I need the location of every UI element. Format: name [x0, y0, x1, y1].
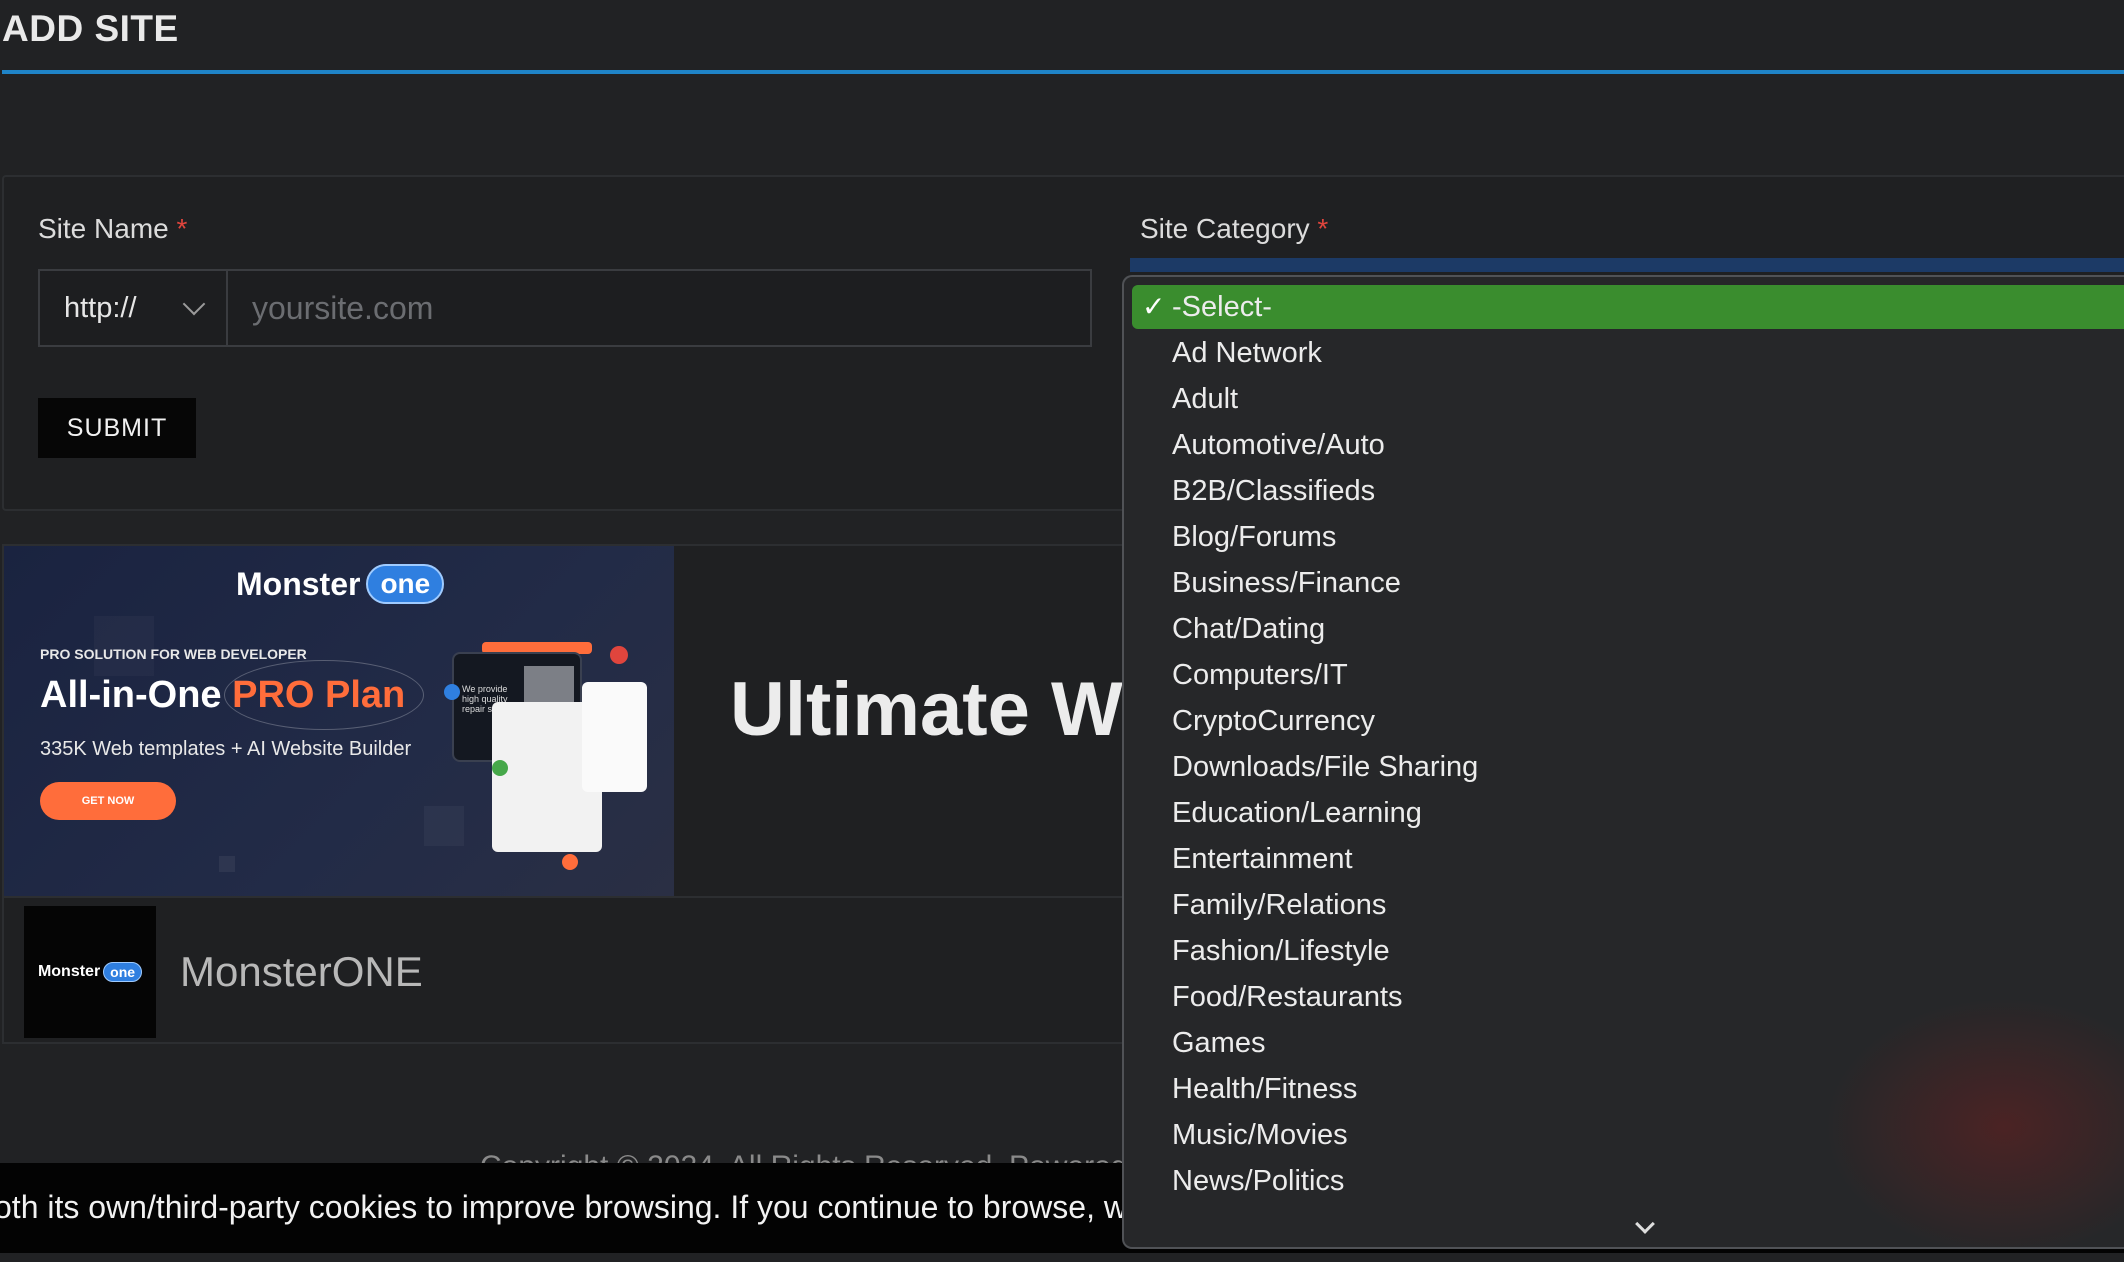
banner-subline: 335K Web templates + AI Website Builder — [40, 738, 412, 760]
protocol-select[interactable]: http:// — [40, 271, 228, 345]
dropdown-option[interactable]: Health/Fitness — [1132, 1067, 2124, 1111]
dropdown-option[interactable]: Food/Restaurants — [1132, 975, 2124, 1019]
dropdown-option-label: Games — [1172, 1027, 1266, 1059]
site-category-label-text: Site Category — [1140, 213, 1310, 244]
dropdown-option[interactable]: News/Politics — [1132, 1159, 2124, 1203]
dropdown-option-label: Automotive/Auto — [1172, 429, 1385, 461]
dropdown-option[interactable]: Computers/IT — [1132, 653, 2124, 697]
dropdown-option[interactable]: Downloads/File Sharing — [1132, 745, 2124, 789]
dropdown-option[interactable]: Blog/Forums — [1132, 515, 2124, 559]
dropdown-option[interactable]: Adult — [1132, 377, 2124, 421]
dropdown-option-label: Business/Finance — [1172, 567, 1401, 599]
dropdown-option-label: CryptoCurrency — [1172, 705, 1376, 737]
advertiser-name: MonsterONE — [180, 948, 423, 995]
submit-button[interactable]: SUBMIT — [38, 398, 196, 458]
dropdown-option[interactable]: CryptoCurrency — [1132, 699, 2124, 743]
monster-one-logo: Monster one — [236, 564, 445, 604]
site-name-input[interactable] — [228, 271, 1090, 345]
dropdown-option[interactable]: Fashion/Lifestyle — [1132, 929, 2124, 973]
banner-decoration — [219, 856, 235, 872]
dropdown-option-label: Family/Relations — [1172, 889, 1387, 921]
dropdown-option-label: Blog/Forums — [1172, 521, 1337, 553]
site-category-dropdown[interactable]: ✓ -Select- Ad Network Adult Automotive/Auto B… — [1122, 275, 2124, 1249]
dropdown-option[interactable]: Automotive/Auto — [1132, 423, 2124, 467]
dropdown-option[interactable]: Chat/Dating — [1132, 607, 2124, 651]
protocol-value: http:// — [64, 291, 137, 324]
dropdown-option-label: Downloads/File Sharing — [1172, 751, 1479, 783]
dropdown-option-label: -Select- — [1172, 291, 1272, 323]
page-title: ADD SITE — [2, 8, 179, 49]
dropdown-option-label: Chat/Dating — [1172, 613, 1326, 645]
dropdown-option-label: Entertainment — [1172, 843, 1353, 875]
get-now-button[interactable]: GET NOW — [40, 782, 176, 820]
dropdown-option[interactable]: Ad Network — [1132, 331, 2124, 375]
dropdown-option[interactable]: B2B/Classifieds — [1132, 469, 2124, 513]
dropdown-option-label: B2B/Classifieds — [1172, 475, 1376, 507]
device-mockup-image: We provide high quality repair service — [444, 642, 662, 872]
advertiser-avatar: Monster one — [24, 906, 156, 1038]
dropdown-option[interactable]: Entertainment — [1132, 837, 2124, 881]
dropdown-option-label: Computers/IT — [1172, 659, 1348, 691]
site-url-group: http:// — [38, 269, 1092, 347]
wordpress-icon — [444, 684, 460, 700]
chevron-down-icon — [182, 292, 206, 316]
banner-kicker: PRO SOLUTION FOR WEB DEVELOPER — [40, 646, 307, 662]
dropdown-option[interactable]: Family/Relations — [1132, 883, 2124, 927]
required-mark: * — [176, 213, 188, 244]
dropdown-option-label: Education/Learning — [1172, 797, 1422, 829]
required-mark: * — [1317, 213, 1329, 244]
logo-word: Monster — [236, 565, 361, 602]
cookie-text: oth its own/third-party cookies to impro… — [0, 1189, 1127, 1225]
scroll-down-arrow-icon[interactable] — [1635, 1214, 1655, 1234]
elementor-icon — [610, 646, 628, 664]
site-name-label: Site Name * — [38, 213, 187, 245]
dropdown-option-label: News/Politics — [1172, 1165, 1345, 1197]
ad-footer[interactable]: Monster one MonsterONE — [4, 896, 1130, 1044]
dropdown-option[interactable]: Music/Movies — [1132, 1113, 2124, 1157]
dropdown-option-label: Music/Movies — [1172, 1119, 1348, 1151]
logo-pill: one — [366, 564, 445, 604]
mockup-device — [582, 682, 647, 792]
dropdown-option-label: Ad Network — [1172, 337, 1322, 369]
dropdown-option-label: Health/Fitness — [1172, 1073, 1358, 1105]
ad-hero-text: Ultimate We — [730, 667, 1164, 752]
site-category-label: Site Category * — [1140, 213, 1328, 245]
site-name-label-text: Site Name — [38, 213, 169, 244]
dropdown-option-label: Fashion/Lifestyle — [1172, 935, 1390, 967]
dropdown-option-label: Adult — [1172, 383, 1239, 415]
logo-pill: one — [103, 962, 143, 982]
dropdown-option[interactable]: Business/Finance — [1132, 561, 2124, 605]
title-divider — [2, 70, 2124, 74]
dropdown-option[interactable]: Games — [1132, 1021, 2124, 1065]
site-category-select[interactable] — [1130, 258, 2124, 272]
ad-banner[interactable]: Monster one PRO SOLUTION FOR WEB DEVELOP… — [4, 546, 674, 896]
dropdown-option-label: Food/Restaurants — [1172, 981, 1403, 1013]
shopify-icon — [492, 760, 508, 776]
dropdown-option-selected[interactable]: ✓ -Select- — [1132, 285, 2124, 329]
builder-icon — [562, 854, 578, 870]
add-site-page: ADD SITE Site Name * Site Category * htt… — [0, 0, 2124, 1262]
headline-main: All-in-One — [40, 674, 233, 716]
dropdown-option[interactable]: Education/Learning — [1132, 791, 2124, 835]
logo-word: Monster — [37, 963, 101, 980]
ad-card[interactable]: Monster one PRO SOLUTION FOR WEB DEVELOP… — [2, 544, 1164, 1044]
check-icon: ✓ — [1142, 291, 1166, 322]
banner-headline: All-in-One PRO Plan — [40, 674, 405, 717]
headline-accent: PRO Plan — [232, 674, 406, 716]
